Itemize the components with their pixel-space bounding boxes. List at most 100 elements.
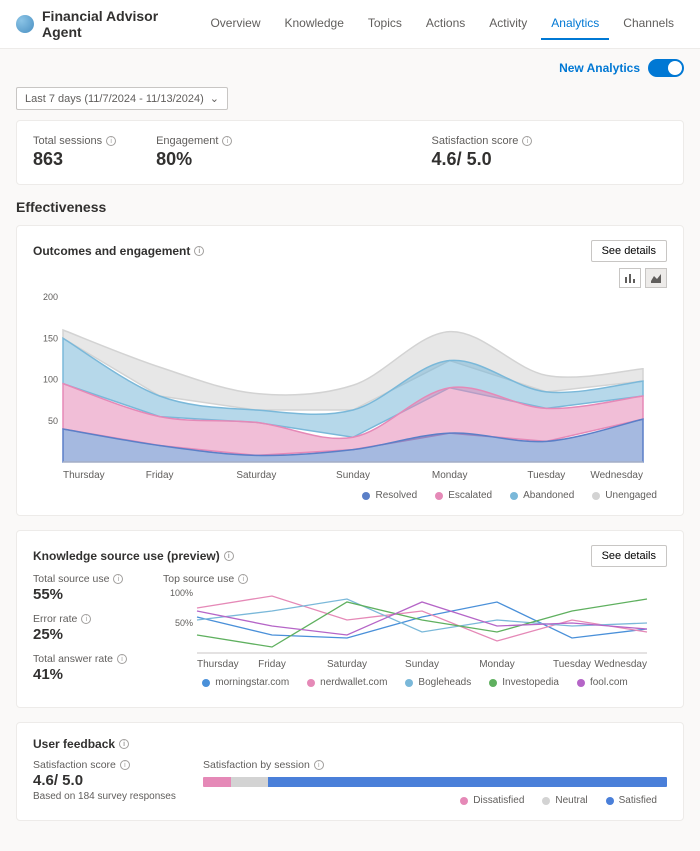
info-icon[interactable]: i bbox=[113, 574, 123, 584]
see-details-button[interactable]: See details bbox=[591, 545, 667, 567]
legend-source-3: Investopedia bbox=[489, 677, 559, 688]
svg-text:Sunday: Sunday bbox=[336, 470, 370, 481]
satisfaction-bar bbox=[203, 777, 667, 787]
chart-area-toggle[interactable] bbox=[645, 268, 667, 288]
new-analytics-toggle[interactable] bbox=[648, 59, 684, 77]
date-range-picker[interactable]: Last 7 days (11/7/2024 - 11/13/2024) ⌄ bbox=[16, 87, 228, 110]
svg-text:Saturday: Saturday bbox=[236, 470, 276, 481]
tab-analytics[interactable]: Analytics bbox=[541, 8, 609, 40]
info-icon[interactable]: i bbox=[222, 136, 232, 146]
svg-text:Wednesday: Wednesday bbox=[590, 470, 643, 481]
effectiveness-heading: Effectiveness bbox=[16, 199, 684, 215]
kpi-sessions-label: Total sessions bbox=[33, 135, 102, 147]
svg-text:100: 100 bbox=[43, 375, 58, 385]
svg-text:Thursday: Thursday bbox=[197, 659, 239, 669]
kpi-satisfaction-label: Satisfaction score bbox=[432, 135, 519, 147]
svg-text:Sunday: Sunday bbox=[405, 659, 439, 669]
new-analytics-row: New Analytics bbox=[0, 49, 700, 87]
tab-knowledge[interactable]: Knowledge bbox=[274, 8, 353, 40]
knowledge-chart: 50%100%ThursdayFridaySaturdaySundayMonda… bbox=[163, 589, 667, 669]
svg-text:Tuesday: Tuesday bbox=[527, 470, 565, 481]
feedback-score-label: Satisfaction score bbox=[33, 759, 116, 771]
tab-overview[interactable]: Overview bbox=[200, 8, 270, 40]
bar-chart-icon bbox=[625, 273, 635, 283]
info-icon[interactable]: i bbox=[119, 739, 129, 749]
svg-text:Thursday: Thursday bbox=[63, 470, 105, 481]
outcomes-legend: Resolved Escalated Abandoned Unengaged bbox=[33, 482, 667, 501]
svg-text:50%: 50% bbox=[175, 618, 193, 628]
total-source-label: Total source use bbox=[33, 573, 109, 585]
knowledge-title: Knowledge source use (preview) bbox=[33, 549, 220, 563]
kpi-engagement-value: 80% bbox=[156, 149, 391, 170]
feedback-title: User feedback bbox=[33, 737, 115, 751]
area-chart-icon bbox=[651, 273, 661, 283]
info-icon[interactable]: i bbox=[238, 574, 248, 584]
svg-text:50: 50 bbox=[48, 416, 58, 426]
bar-satisfied bbox=[268, 777, 667, 787]
legend-abandoned: Abandoned bbox=[510, 490, 574, 501]
bot-icon bbox=[16, 15, 34, 33]
date-range-text: Last 7 days (11/7/2024 - 11/13/2024) bbox=[25, 93, 204, 105]
bar-dissatisfied bbox=[203, 777, 231, 787]
legend-source-0: morningstar.com bbox=[202, 677, 289, 688]
info-icon[interactable]: i bbox=[314, 760, 324, 770]
info-icon[interactable]: i bbox=[224, 551, 234, 561]
feedback-card: User feedbacki Satisfaction scorei 4.6/ … bbox=[16, 722, 684, 821]
legend-source-2: Bogleheads bbox=[405, 677, 471, 688]
legend-resolved: Resolved bbox=[362, 490, 417, 501]
page-title: Financial Advisor Agent bbox=[42, 8, 184, 40]
legend-source-4: fool.com bbox=[577, 677, 628, 688]
kpi-sessions-value: 863 bbox=[33, 149, 116, 170]
svg-text:150: 150 bbox=[43, 333, 58, 343]
knowledge-card: Knowledge source use (preview) i See deta… bbox=[16, 530, 684, 708]
feedback-legend: DissatisfiedNeutralSatisfied bbox=[203, 787, 667, 806]
feedback-score-value: 4.6/ 5.0 bbox=[33, 772, 183, 789]
legend-satisfied: Satisfied bbox=[606, 795, 657, 806]
svg-text:Wednesday: Wednesday bbox=[594, 659, 647, 669]
outcomes-card: Outcomes and engagement i See details 50 1… bbox=[16, 225, 684, 516]
info-icon[interactable]: i bbox=[117, 654, 127, 664]
nav-tabs: OverviewKnowledgeTopicsActionsActivityAn… bbox=[200, 8, 684, 40]
answer-rate-value: 41% bbox=[33, 666, 143, 683]
kpi-card: Total sessions i 863 Engagement i 80% Sati… bbox=[16, 120, 684, 185]
kpi-sessions: Total sessions i 863 bbox=[33, 135, 116, 170]
info-icon[interactable]: i bbox=[194, 246, 204, 256]
svg-text:Friday: Friday bbox=[146, 470, 174, 481]
tab-topics[interactable]: Topics bbox=[358, 8, 412, 40]
svg-text:Monday: Monday bbox=[479, 659, 515, 669]
feedback-based-on: Based on 184 survey responses bbox=[33, 791, 183, 802]
legend-dissatisfied: Dissatisfied bbox=[460, 795, 524, 806]
outcomes-chart: 50 100 150 200 Thursday Friday Saturday Sunday M… bbox=[33, 292, 667, 482]
svg-text:100%: 100% bbox=[170, 589, 193, 598]
svg-text:Friday: Friday bbox=[258, 659, 286, 669]
app-header: Financial Advisor Agent OverviewKnowledg… bbox=[0, 0, 700, 49]
info-icon[interactable]: i bbox=[120, 760, 130, 770]
top-source-label: Top source use bbox=[163, 573, 234, 585]
outcomes-title: Outcomes and engagement bbox=[33, 244, 190, 258]
legend-escalated: Escalated bbox=[435, 490, 492, 501]
kpi-satisfaction-value: 4.6/ 5.0 bbox=[432, 149, 667, 170]
error-rate-value: 25% bbox=[33, 626, 143, 643]
legend-source-1: nerdwallet.com bbox=[307, 677, 387, 688]
info-icon[interactable]: i bbox=[81, 614, 91, 624]
chevron-down-icon: ⌄ bbox=[210, 92, 219, 105]
knowledge-legend: morningstar.com nerdwallet.com Bogleheads I… bbox=[163, 669, 667, 688]
feedback-session-label: Satisfaction by session bbox=[203, 759, 310, 771]
tab-activity[interactable]: Activity bbox=[479, 8, 537, 40]
svg-text:200: 200 bbox=[43, 292, 58, 302]
chart-bar-toggle[interactable] bbox=[619, 268, 641, 288]
kpi-engagement-label: Engagement bbox=[156, 135, 218, 147]
answer-rate-label: Total answer rate bbox=[33, 653, 113, 665]
svg-text:Monday: Monday bbox=[432, 470, 468, 481]
legend-unengaged: Unengaged bbox=[592, 490, 657, 501]
kpi-engagement: Engagement i 80% bbox=[156, 135, 391, 170]
info-icon[interactable]: i bbox=[106, 136, 116, 146]
total-source-value: 55% bbox=[33, 586, 143, 603]
see-details-button[interactable]: See details bbox=[591, 240, 667, 262]
kpi-satisfaction: Satisfaction scorei 4.6/ 5.0 bbox=[432, 135, 667, 170]
info-icon[interactable]: i bbox=[522, 136, 532, 146]
svg-text:Tuesday: Tuesday bbox=[553, 659, 591, 669]
bar-neutral bbox=[231, 777, 268, 787]
tab-actions[interactable]: Actions bbox=[416, 8, 475, 40]
tab-channels[interactable]: Channels bbox=[613, 8, 684, 40]
